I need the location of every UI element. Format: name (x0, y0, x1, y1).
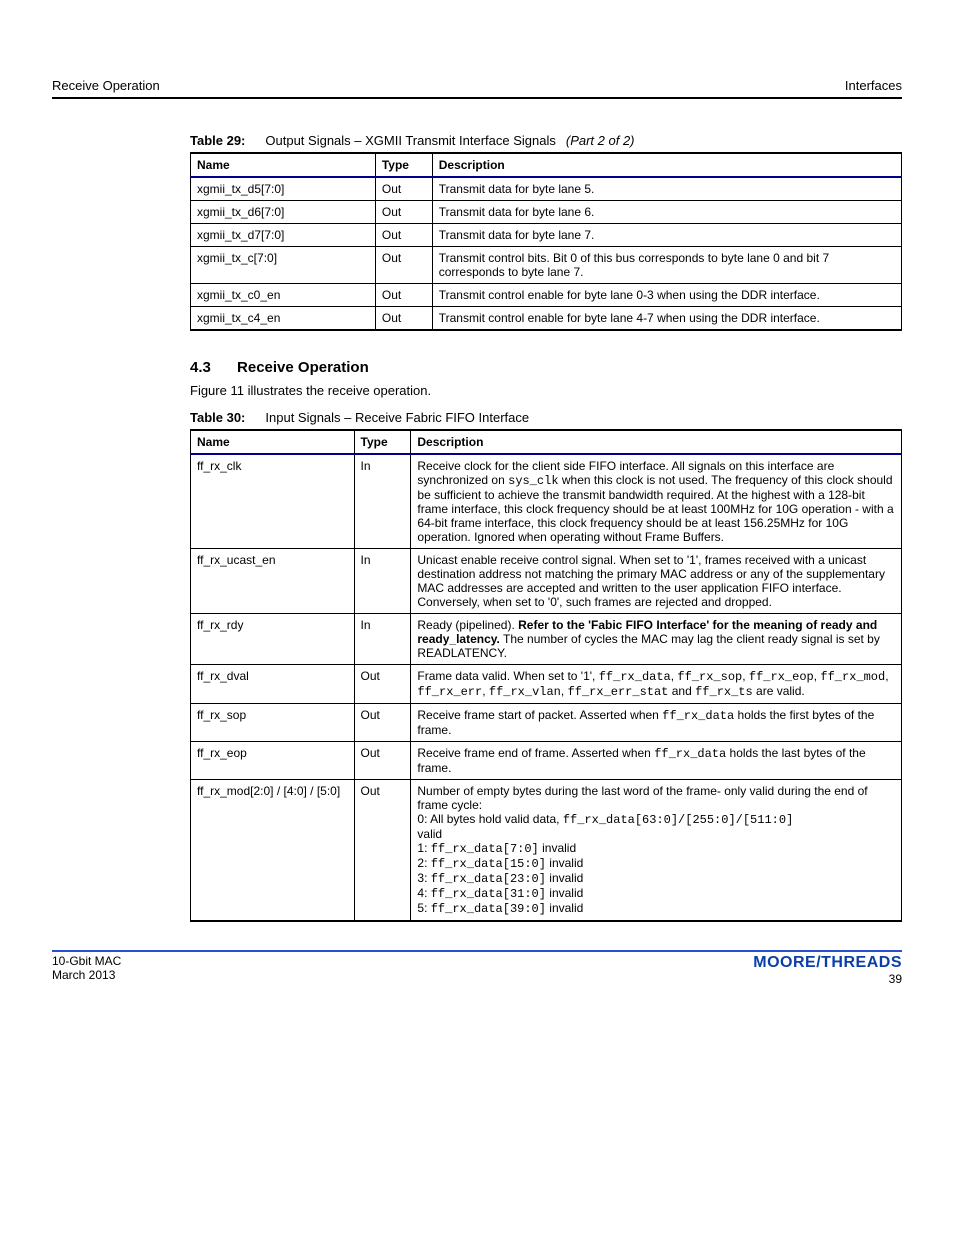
cell-desc: Transmit data for byte lane 6. (432, 201, 901, 224)
cell-desc: Transmit control enable for byte lane 0-… (432, 284, 901, 307)
cell-desc: Receive frame start of packet. Asserted … (411, 703, 902, 741)
cell-name: ff_rx_eop (191, 741, 355, 779)
cell-name: xgmii_tx_c0_en (191, 284, 376, 307)
table-header-row: Name Type Description (191, 153, 902, 177)
cell-desc: Unicast enable receive control signal. W… (411, 548, 902, 613)
header-rule (52, 97, 902, 99)
col-desc: Description (411, 430, 902, 454)
table30-caption: Table 30: Input Signals – Receive Fabric… (190, 410, 902, 425)
cell-name: xgmii_tx_d5[7:0] (191, 177, 376, 201)
cell-type: Out (375, 284, 432, 307)
cell-name: ff_rx_ucast_en (191, 548, 355, 613)
cell-type: In (354, 613, 411, 664)
cell-name: ff_rx_sop (191, 703, 355, 741)
cell-name: ff_rx_clk (191, 454, 355, 549)
col-name: Name (191, 153, 376, 177)
cell-desc: Transmit control enable for byte lane 4-… (432, 307, 901, 331)
table-row: ff_rx_mod[2:0] / [4:0] / [5:0]OutNumber … (191, 779, 902, 921)
cell-type: Out (354, 703, 411, 741)
cell-name: ff_rx_dval (191, 664, 355, 703)
page-number: 39 (753, 972, 902, 986)
cell-name: ff_rx_mod[2:0] / [4:0] / [5:0] (191, 779, 355, 921)
table-row: xgmii_tx_d7[7:0]OutTransmit data for byt… (191, 224, 902, 247)
cell-desc: Transmit data for byte lane 7. (432, 224, 901, 247)
cell-type: Out (354, 741, 411, 779)
footer-doc-title: 10-Gbit MAC (52, 954, 121, 968)
footer-date: March 2013 (52, 968, 121, 982)
cell-type: Out (375, 201, 432, 224)
table-row: xgmii_tx_c[7:0]OutTransmit control bits.… (191, 247, 902, 284)
header-right: Interfaces (845, 78, 902, 93)
table30: Name Type Description ff_rx_clkInReceive… (190, 429, 902, 922)
table30-label: Table 30: (190, 410, 245, 425)
table29-label: Table 29: (190, 133, 245, 148)
cell-type: In (354, 454, 411, 549)
section-heading: 4.3 Receive Operation (190, 359, 902, 376)
col-desc: Description (432, 153, 901, 177)
cell-type: Out (354, 664, 411, 703)
cell-desc: Transmit data for byte lane 5. (432, 177, 901, 201)
cell-type: In (354, 548, 411, 613)
running-header: Receive Operation Interfaces (52, 78, 902, 93)
cell-type: Out (354, 779, 411, 921)
footer-left: 10-Gbit MAC March 2013 (52, 954, 121, 986)
table-row: ff_rx_eopOutReceive frame end of frame. … (191, 741, 902, 779)
table29-caption: Table 29: Output Signals – XGMII Transmi… (190, 133, 902, 148)
table-row: ff_rx_sopOutReceive frame start of packe… (191, 703, 902, 741)
table-row: ff_rx_dvalOutFrame data valid. When set … (191, 664, 902, 703)
table-row: xgmii_tx_d6[7:0]OutTransmit data for byt… (191, 201, 902, 224)
table29-note: (Part 2 of 2) (566, 133, 635, 148)
cell-desc: Number of empty bytes during the last wo… (411, 779, 902, 921)
cell-type: Out (375, 177, 432, 201)
col-type: Type (354, 430, 411, 454)
table-row: xgmii_tx_c0_enOutTransmit control enable… (191, 284, 902, 307)
section-para: Figure 11 illustrates the receive operat… (190, 382, 902, 400)
table30-title: Input Signals – Receive Fabric FIFO Inte… (265, 410, 529, 425)
page-footer: 10-Gbit MAC March 2013 MOORE/THREADS 39 (52, 950, 902, 986)
cell-name: xgmii_tx_d6[7:0] (191, 201, 376, 224)
table-row: ff_rx_ucast_enInUnicast enable receive c… (191, 548, 902, 613)
cell-type: Out (375, 307, 432, 331)
cell-desc: Ready (pipelined). Refer to the 'Fabic F… (411, 613, 902, 664)
col-name: Name (191, 430, 355, 454)
table-row: xgmii_tx_c4_enOutTransmit control enable… (191, 307, 902, 331)
cell-desc: Transmit control bits. Bit 0 of this bus… (432, 247, 901, 284)
table-row: ff_rx_clkInReceive clock for the client … (191, 454, 902, 549)
table-header-row: Name Type Description (191, 430, 902, 454)
cell-name: xgmii_tx_d7[7:0] (191, 224, 376, 247)
col-type: Type (375, 153, 432, 177)
cell-desc: Receive frame end of frame. Asserted whe… (411, 741, 902, 779)
cell-name: xgmii_tx_c[7:0] (191, 247, 376, 284)
footer-right: MOORE/THREADS 39 (753, 954, 902, 986)
section-title: Receive Operation (237, 359, 369, 376)
table-row: ff_rx_rdyInReady (pipelined). Refer to t… (191, 613, 902, 664)
table29: Name Type Description xgmii_tx_d5[7:0]Ou… (190, 152, 902, 331)
cell-desc: Receive clock for the client side FIFO i… (411, 454, 902, 549)
header-left: Receive Operation (52, 78, 160, 93)
cell-type: Out (375, 224, 432, 247)
table29-title: Output Signals – XGMII Transmit Interfac… (265, 133, 555, 148)
cell-type: Out (375, 247, 432, 284)
cell-name: xgmii_tx_c4_en (191, 307, 376, 331)
cell-name: ff_rx_rdy (191, 613, 355, 664)
cell-desc: Frame data valid. When set to '1', ff_rx… (411, 664, 902, 703)
brand-logo: MOORE/THREADS (753, 954, 902, 972)
table-row: xgmii_tx_d5[7:0]OutTransmit data for byt… (191, 177, 902, 201)
section-number: 4.3 (190, 359, 211, 376)
